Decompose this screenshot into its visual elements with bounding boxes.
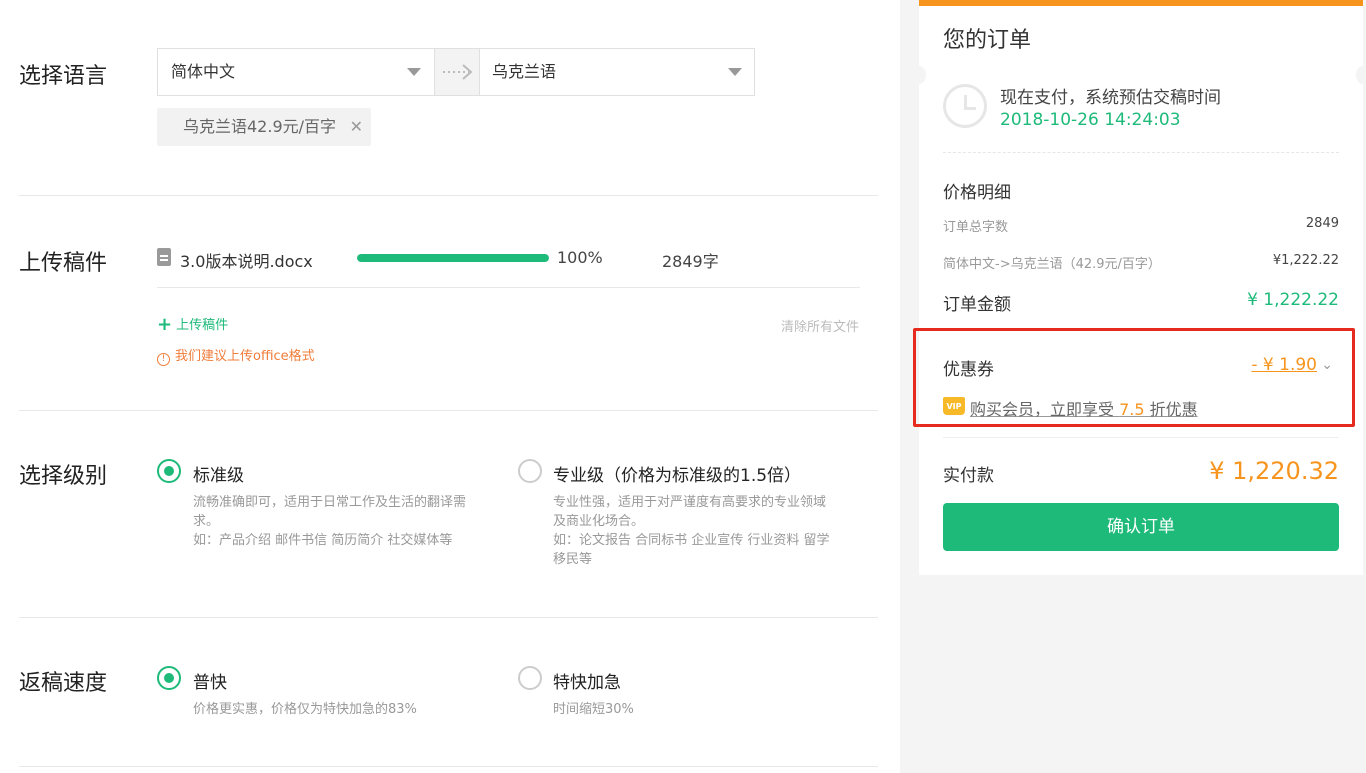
section-title-upload: 上传稿件 <box>19 251 108 276</box>
paid-amount: ¥ 1,220.32 <box>1209 457 1339 485</box>
divider <box>19 766 878 767</box>
level-standard-desc: 流畅准确即可，适用于日常工作及生活的翻译需求。 如：产品介绍 邮件书信 简历简介… <box>193 493 478 550</box>
language-pair-price: ¥1,222.22 <box>1272 253 1339 268</box>
target-language-value: 乌克兰语 <box>492 62 557 81</box>
language-pair-label: 简体中文->乌克兰语（42.9元/百字） <box>943 257 1161 272</box>
source-language-select[interactable]: 简体中文 <box>158 49 434 95</box>
language-selector: 简体中文 乌克兰语 <box>157 48 755 96</box>
section-title-speed: 返稿速度 <box>19 671 108 696</box>
divider <box>19 410 878 411</box>
paid-label: 实付款 <box>943 466 994 486</box>
level-professional-desc: 专业性强，适用于对严谨度有高要求的专业领域及商业化场合。 如：论文报告 合同标书… <box>553 493 838 569</box>
file-word-count: 2849字 <box>662 252 719 271</box>
upload-tip-text: 我们建议上传office格式 <box>175 349 315 364</box>
estimate-label: 现在支付，系统预估交稿时间 <box>1000 88 1221 108</box>
ticket-notch <box>1356 66 1366 84</box>
info-icon: ! <box>157 353 170 366</box>
source-language-value: 简体中文 <box>171 62 236 81</box>
upload-progress-fill <box>357 254 549 262</box>
order-summary-card: 您的订单 现在支付，系统预估交稿时间 2018-10-26 14:24:03 价… <box>912 0 1366 575</box>
target-language-select[interactable]: 乌克兰语 <box>480 49 754 95</box>
order-amount-value: ¥ 1,222.22 <box>1247 290 1339 310</box>
upload-percent: 100% <box>557 248 603 267</box>
chevron-down-icon <box>728 68 742 76</box>
divider <box>19 195 878 196</box>
clear-all-files-button[interactable]: 清除所有文件 <box>781 316 859 335</box>
confirm-order-button[interactable]: 确认订单 <box>943 503 1339 551</box>
order-amount-label: 订单金额 <box>943 295 1011 315</box>
speed-normal-label[interactable]: 普快 <box>193 668 227 693</box>
speed-normal-radio[interactable] <box>157 666 181 690</box>
section-title-language: 选择语言 <box>19 64 108 89</box>
chevron-down-icon <box>407 68 421 76</box>
speed-normal-desc: 价格更实惠，价格仅为特快加急的83% <box>193 702 417 717</box>
speed-urgent-label[interactable]: 特快加急 <box>553 668 621 693</box>
level-professional-label[interactable]: 专业级（价格为标准级的1.5倍） <box>553 461 801 486</box>
level-professional-desc-line: 专业性强，适用于对严谨度有高要求的专业领域及商业化场合。 <box>553 495 827 529</box>
language-price-tag: 乌克兰语42.9元/百字 ✕ <box>157 108 371 146</box>
level-standard-label[interactable]: 标准级 <box>193 461 244 486</box>
divider <box>19 617 878 618</box>
upload-file-label: 上传稿件 <box>176 318 229 333</box>
total-words-label: 订单总字数 <box>943 220 1009 235</box>
level-standard-radio[interactable] <box>157 459 181 483</box>
level-professional-radio[interactable] <box>518 459 542 483</box>
file-icon <box>157 248 171 266</box>
level-professional-examples: 如：论文报告 合同标书 企业宣传 行业资料 留学移民等 <box>553 533 830 567</box>
level-standard-examples: 如：产品介绍 邮件书信 简历简介 社交媒体等 <box>193 533 453 548</box>
price-detail-title: 价格明细 <box>943 183 1011 203</box>
swap-arrow-icon <box>434 49 480 95</box>
clock-icon <box>943 84 987 128</box>
price-tag-label: 乌克兰语42.9元/百字 <box>183 117 337 136</box>
speed-urgent-desc: 时间缩短30% <box>553 702 634 717</box>
section-title-level: 选择级别 <box>19 464 108 489</box>
order-title: 您的订单 <box>943 28 1032 53</box>
card-top-accent <box>919 0 1363 6</box>
level-standard-desc-line: 流畅准确即可，适用于日常工作及生活的翻译需求。 <box>193 495 467 529</box>
divider <box>943 437 1339 438</box>
ticket-notch <box>912 66 926 84</box>
speed-urgent-radio[interactable] <box>518 666 542 690</box>
divider <box>943 152 1339 153</box>
upload-progress-bar <box>357 254 549 262</box>
order-form: 选择语言 简体中文 乌克兰语 乌克兰语42.9元/百字 ✕ 上传稿件 3.0版本… <box>0 0 900 773</box>
close-icon[interactable]: ✕ <box>350 108 363 146</box>
plus-icon: + <box>157 314 173 335</box>
estimate-time: 2018-10-26 14:24:03 <box>1000 110 1181 130</box>
file-name: 3.0版本说明.docx <box>180 252 313 271</box>
total-words-value: 2849 <box>1305 216 1339 231</box>
upload-format-tip: ! 我们建议上传office格式 <box>157 345 315 366</box>
upload-file-button[interactable]: + 上传稿件 <box>157 314 228 335</box>
coupon-highlight-box <box>913 328 1355 427</box>
divider <box>157 287 860 288</box>
